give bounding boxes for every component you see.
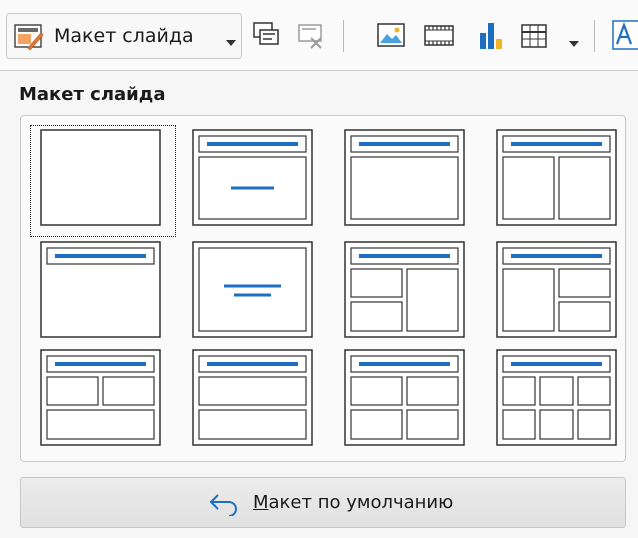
toolbar-separator — [343, 20, 344, 52]
layout-title-two-columns[interactable] — [485, 124, 633, 238]
delete-slide-icon[interactable] — [296, 21, 326, 55]
table-icon[interactable] — [519, 21, 549, 55]
layout-title-top[interactable] — [29, 236, 177, 350]
duplicate-slide-icon[interactable] — [252, 21, 282, 55]
default-layout-button[interactable]: Макет по умолчанию — [20, 477, 626, 528]
slide-layout-dropdown[interactable]: Макет слайда — [6, 13, 242, 59]
slide-layout-panel: Макет слайда Макет по умолчанию — [0, 71, 638, 538]
layout-title-2x2[interactable] — [333, 344, 481, 458]
default-layout-label: Макет по умолчанию — [253, 492, 454, 513]
layout-centered-text[interactable] — [181, 236, 329, 350]
slide-layout-label: Макет слайда — [54, 25, 194, 47]
toolbar-separator — [594, 20, 595, 52]
layout-blank[interactable] — [29, 124, 177, 238]
slide-layout-icon — [14, 24, 44, 54]
layout-title-6-content[interactable] — [485, 344, 633, 458]
image-icon[interactable] — [376, 21, 406, 55]
layout-title-only[interactable] — [333, 124, 481, 238]
layout-title-content-left-two[interactable] — [333, 236, 481, 350]
undo-arrow-icon — [209, 492, 239, 520]
media-icon[interactable] — [423, 21, 455, 55]
layout-grid — [20, 115, 626, 462]
chevron-down-icon[interactable] — [568, 33, 580, 52]
chevron-down-icon — [225, 32, 237, 51]
toolbar: Макет слайда — [0, 0, 638, 71]
layout-title-content-right-two[interactable] — [485, 236, 633, 350]
layout-title-two-top-one-bottom[interactable] — [29, 344, 177, 458]
panel-title: Макет слайда — [19, 84, 166, 105]
chart-icon[interactable] — [476, 19, 506, 55]
text-box-icon[interactable] — [612, 19, 638, 55]
layout-title-content-over-content[interactable] — [181, 344, 329, 458]
layout-title-content[interactable] — [181, 124, 329, 238]
